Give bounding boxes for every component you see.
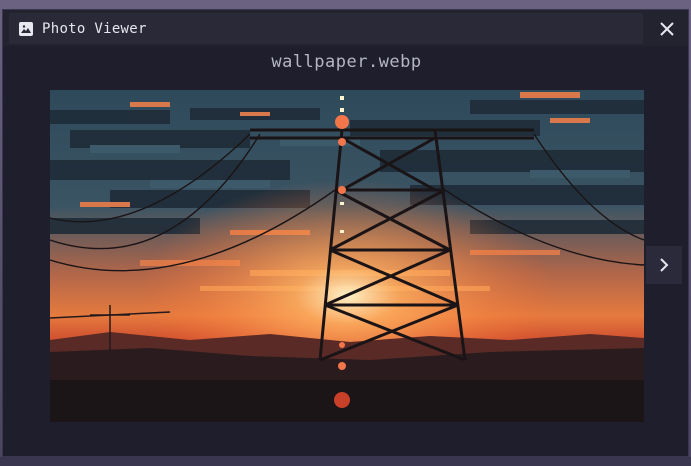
photo-viewer-window: Photo Viewer wallpaper.webp: [2, 9, 689, 457]
desktop-strip: [0, 457, 691, 466]
chevron-right-icon: [660, 258, 669, 272]
title-tab: Photo Viewer: [9, 13, 643, 44]
window-title: Photo Viewer: [42, 20, 147, 37]
photo-image: [50, 90, 644, 422]
close-button[interactable]: [652, 14, 682, 44]
title-bar: Photo Viewer: [3, 10, 688, 46]
next-image-button[interactable]: [646, 246, 682, 284]
image-icon: [19, 21, 33, 36]
close-icon: [660, 22, 674, 36]
viewer-content: wallpaper.webp: [9, 46, 684, 450]
file-name: wallpaper.webp: [271, 52, 422, 72]
